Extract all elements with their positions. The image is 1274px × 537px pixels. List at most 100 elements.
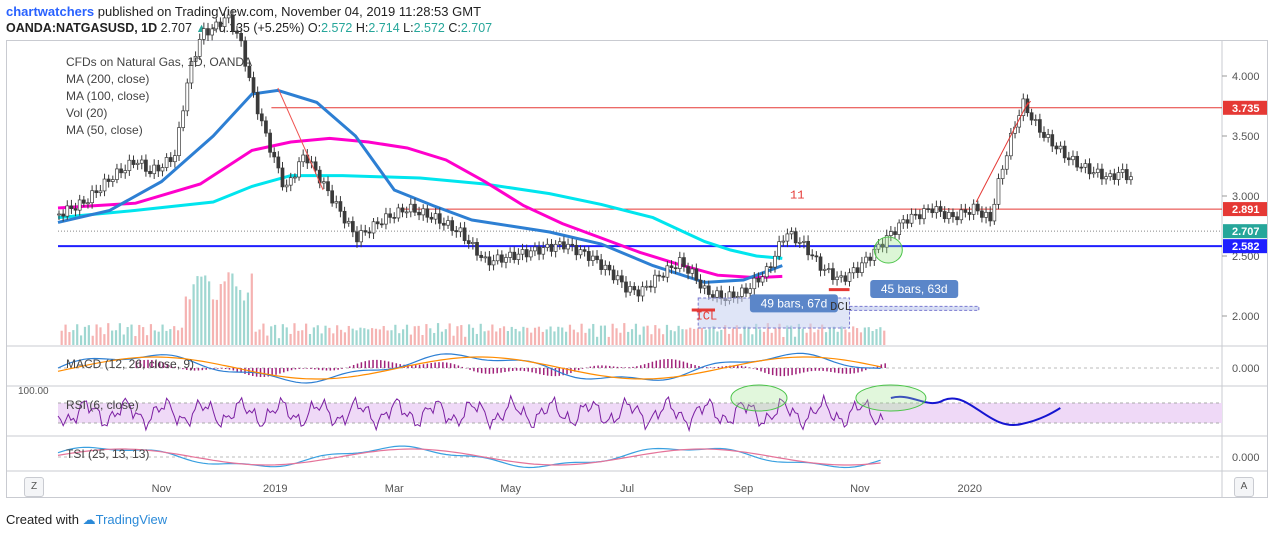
volume-bar <box>153 330 156 345</box>
volume-bar <box>654 325 657 345</box>
range-label-text: 45 bars, 63d <box>881 282 948 296</box>
candle-body <box>847 272 852 282</box>
candle-body <box>984 211 988 218</box>
candle-body <box>173 155 177 163</box>
macd-hist-bar <box>519 368 522 371</box>
volume-bar <box>879 327 882 345</box>
candle-body <box>350 221 355 233</box>
candle-body <box>288 177 293 186</box>
macd-hist-bar <box>286 368 289 372</box>
candle-body <box>860 262 864 273</box>
macd-hist-bar <box>302 368 304 369</box>
volume-bar <box>370 328 374 345</box>
candle-body <box>222 17 227 27</box>
candle-body <box>562 241 566 250</box>
candle-body <box>446 220 450 226</box>
macd-hist-bar <box>849 368 852 374</box>
candle-body <box>537 246 541 255</box>
volume-bar <box>405 324 409 345</box>
x-tick-label: Mar <box>385 483 404 495</box>
volume-bar <box>836 331 839 345</box>
macd-hist-bar <box>453 364 456 368</box>
candle-body <box>280 167 285 188</box>
candle-body <box>818 256 823 271</box>
volume-bar <box>130 324 133 345</box>
macd-hist-bar <box>643 364 646 368</box>
candle-body <box>653 274 657 288</box>
macd-hist-bar <box>826 368 828 372</box>
candle-body <box>578 249 583 256</box>
candle-body <box>404 211 409 214</box>
candle-body <box>706 285 711 295</box>
candle-body <box>889 231 893 236</box>
zoom-button[interactable]: Z <box>24 477 44 497</box>
legend-instrument[interactable]: CFDs on Natural Gas, 1D, OANDA <box>66 54 252 71</box>
volume-bar <box>852 326 855 345</box>
volume-bar <box>192 284 195 345</box>
legend-vol[interactable]: Vol (20) <box>66 105 252 122</box>
range-box <box>849 305 980 311</box>
volume-bar <box>64 324 67 345</box>
macd-hist-bar <box>795 368 797 375</box>
macd-hist-bar <box>500 368 502 373</box>
volume-bar <box>363 328 366 345</box>
macd-hist-bar <box>535 368 537 374</box>
candle-body <box>293 176 297 179</box>
candle-body <box>1004 155 1009 170</box>
macd-hist-bar <box>438 362 440 368</box>
macd-hist-bar <box>632 366 634 368</box>
volume-bar <box>72 330 75 345</box>
volume-bar <box>258 329 261 345</box>
volume-bar <box>603 325 606 345</box>
candle-body <box>210 28 214 36</box>
candle-body <box>752 277 757 290</box>
volume-bar <box>813 332 816 345</box>
candle-body <box>230 14 235 32</box>
candle-body <box>582 249 587 252</box>
volume-bar <box>355 330 358 345</box>
rsi-label[interactable]: RSI (6, close) <box>66 398 139 412</box>
legend-ma100[interactable]: MA (100, close) <box>66 88 252 105</box>
volume-bar <box>588 328 591 345</box>
macd-hist-bar <box>814 368 817 371</box>
candle-body <box>417 211 421 216</box>
macd-hist-bar <box>771 368 774 376</box>
tradingview-brand[interactable]: TradingView <box>96 512 168 527</box>
volume-bar <box>731 328 735 345</box>
volume-bar <box>634 323 638 345</box>
candle-body <box>839 275 844 278</box>
legend-ma50[interactable]: MA (50, close) <box>66 122 252 139</box>
tsi-label[interactable]: TSI (25, 13, 13) <box>66 447 149 461</box>
auto-scale-button[interactable]: A <box>1234 477 1254 497</box>
candle-body <box>553 243 558 252</box>
y-tick-label: 4.000 <box>1232 71 1260 83</box>
candle-body <box>591 255 595 261</box>
volume-bar <box>227 272 230 345</box>
volume-bar <box>502 326 506 345</box>
candle-body <box>1116 172 1121 180</box>
candle-body <box>777 241 781 257</box>
macd-hist-bar <box>589 366 592 368</box>
legend-ma200[interactable]: MA (200, close) <box>66 71 252 88</box>
macd-hist-bar <box>717 366 720 368</box>
candle-body <box>835 276 839 281</box>
volume-bar <box>491 324 494 345</box>
volume-bar <box>118 323 121 345</box>
macd-hist-bar <box>306 368 308 369</box>
volume-bar <box>681 329 684 345</box>
macd-hist-bar <box>682 361 685 368</box>
volume-bar <box>173 326 176 345</box>
macd-label[interactable]: MACD (12, 26, close, 9) <box>66 357 194 371</box>
candle-body <box>73 208 78 211</box>
macd-hist-bar <box>508 368 510 372</box>
x-tick-label: Sep <box>734 483 754 495</box>
volume-bar <box>828 327 832 345</box>
candle-body <box>740 287 744 297</box>
volume-bar <box>665 324 669 345</box>
candle-body <box>127 159 132 171</box>
candle-body <box>98 190 103 194</box>
macd-hist-bar <box>674 359 677 368</box>
macd-hist-bar <box>426 363 429 368</box>
volume-bar <box>758 329 762 345</box>
candle-body <box>346 221 351 224</box>
